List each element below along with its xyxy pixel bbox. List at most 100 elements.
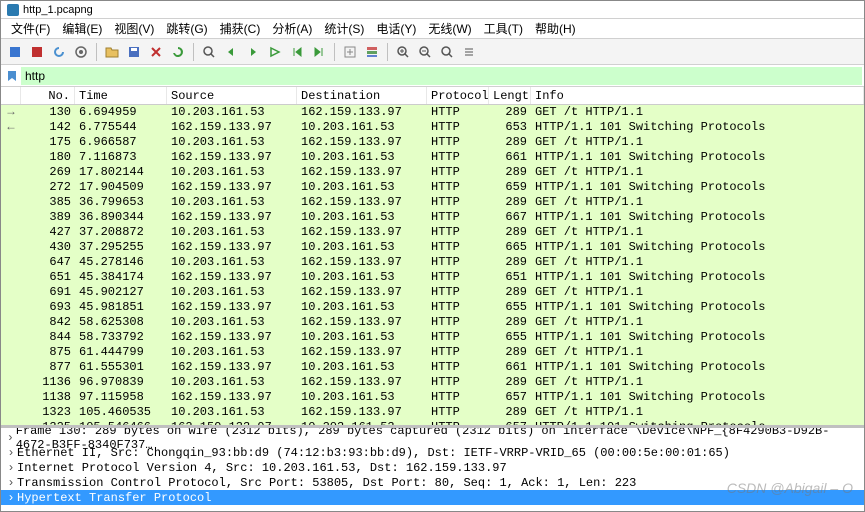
packet-row[interactable]: 27217.904509162.159.133.9710.203.161.53H…	[1, 180, 864, 195]
restart-capture-button[interactable]	[49, 42, 69, 62]
col-header-time[interactable]: Time	[75, 87, 167, 104]
cell-destination: 162.159.133.97	[297, 375, 427, 390]
col-header-info[interactable]: Info	[531, 87, 864, 104]
colorize-button[interactable]	[362, 42, 382, 62]
expand-icon[interactable]: ›	[5, 446, 17, 460]
detail-http[interactable]: ›Hypertext Transfer Protocol	[1, 490, 864, 505]
detail-frame[interactable]: ›Frame 130: 289 bytes on wire (2312 bits…	[1, 430, 864, 445]
cell-length: 653	[489, 120, 531, 135]
cell-destination: 10.203.161.53	[297, 240, 427, 255]
expand-icon[interactable]: ›	[5, 476, 17, 490]
packet-row[interactable]: 87761.555301162.159.133.9710.203.161.53H…	[1, 360, 864, 375]
packet-row[interactable]: 1807.116873162.159.133.9710.203.161.53HT…	[1, 150, 864, 165]
cell-info: GET /t HTTP/1.1	[531, 285, 864, 300]
expand-icon[interactable]: ›	[5, 431, 16, 445]
col-header-protocol[interactable]: Protocol	[427, 87, 489, 104]
cell-no: 1323	[21, 405, 75, 420]
cell-length: 289	[489, 135, 531, 150]
cell-protocol: HTTP	[427, 105, 489, 120]
col-header-no[interactable]: No.	[21, 87, 75, 104]
packet-row[interactable]: 26917.80214410.203.161.53162.159.133.97H…	[1, 165, 864, 180]
cell-no: 385	[21, 195, 75, 210]
packet-details[interactable]: ›Frame 130: 289 bytes on wire (2312 bits…	[1, 425, 864, 511]
capture-options-button[interactable]	[71, 42, 91, 62]
goto-packet-button[interactable]	[265, 42, 285, 62]
packet-row[interactable]: 113696.97083910.203.161.53162.159.133.97…	[1, 375, 864, 390]
packet-row[interactable]: 69145.90212710.203.161.53162.159.133.97H…	[1, 285, 864, 300]
detail-tcp[interactable]: ›Transmission Control Protocol, Src Port…	[1, 475, 864, 490]
menu-telephony[interactable]: 电话(Y)	[370, 20, 422, 37]
display-filter-input[interactable]	[21, 67, 862, 85]
row-guide: ←	[1, 120, 21, 135]
packet-row[interactable]: 42737.20887210.203.161.53162.159.133.97H…	[1, 225, 864, 240]
go-forward-button[interactable]	[243, 42, 263, 62]
packet-row[interactable]: 1323105.46053510.203.161.53162.159.133.9…	[1, 405, 864, 420]
cell-time: 45.278146	[75, 255, 167, 270]
resize-columns-button[interactable]	[459, 42, 479, 62]
col-header-source[interactable]: Source	[167, 87, 297, 104]
cell-length: 289	[489, 195, 531, 210]
goto-last-button[interactable]	[309, 42, 329, 62]
col-header-length[interactable]: Length	[489, 87, 531, 104]
cell-time: 17.904509	[75, 180, 167, 195]
menu-view[interactable]: 视图(V)	[108, 20, 160, 37]
expand-icon[interactable]: ›	[5, 461, 17, 475]
packet-row[interactable]: 87561.44479910.203.161.53162.159.133.97H…	[1, 345, 864, 360]
menu-capture[interactable]: 捕获(C)	[214, 20, 267, 37]
find-button[interactable]	[199, 42, 219, 62]
packet-row[interactable]: 84458.733792162.159.133.9710.203.161.53H…	[1, 330, 864, 345]
close-button[interactable]	[146, 42, 166, 62]
autoscroll-button[interactable]	[340, 42, 360, 62]
bookmark-filter-icon[interactable]	[3, 67, 21, 85]
menu-help[interactable]: 帮助(H)	[529, 20, 582, 37]
start-capture-button[interactable]	[5, 42, 25, 62]
zoom-reset-button[interactable]	[437, 42, 457, 62]
stop-capture-button[interactable]	[27, 42, 47, 62]
menubar: 文件(F) 编辑(E) 视图(V) 跳转(G) 捕获(C) 分析(A) 统计(S…	[1, 19, 864, 39]
packet-row[interactable]: →1306.69495910.203.161.53162.159.133.97H…	[1, 105, 864, 120]
menu-tools[interactable]: 工具(T)	[478, 20, 529, 37]
cell-time: 6.694959	[75, 105, 167, 120]
cell-source: 10.203.161.53	[167, 375, 297, 390]
cell-protocol: HTTP	[427, 285, 489, 300]
col-header-destination[interactable]: Destination	[297, 87, 427, 104]
cell-destination: 162.159.133.97	[297, 195, 427, 210]
cell-protocol: HTTP	[427, 330, 489, 345]
cell-time: 97.115958	[75, 390, 167, 405]
packet-row[interactable]: 113897.115958162.159.133.9710.203.161.53…	[1, 390, 864, 405]
open-file-button[interactable]	[102, 42, 122, 62]
cell-no: 175	[21, 135, 75, 150]
filter-bar	[1, 65, 864, 87]
cell-source: 162.159.133.97	[167, 300, 297, 315]
packet-row[interactable]: 1756.96658710.203.161.53162.159.133.97HT…	[1, 135, 864, 150]
save-button[interactable]	[124, 42, 144, 62]
cell-length: 289	[489, 105, 531, 120]
packet-row[interactable]: 43037.295255162.159.133.9710.203.161.53H…	[1, 240, 864, 255]
cell-source: 162.159.133.97	[167, 330, 297, 345]
cell-length: 661	[489, 150, 531, 165]
menu-stats[interactable]: 统计(S)	[318, 20, 370, 37]
packet-row[interactable]: 64745.27814610.203.161.53162.159.133.97H…	[1, 255, 864, 270]
menu-analyze[interactable]: 分析(A)	[266, 20, 318, 37]
menu-file[interactable]: 文件(F)	[5, 20, 56, 37]
zoom-in-button[interactable]	[393, 42, 413, 62]
expand-icon[interactable]: ›	[5, 491, 17, 505]
cell-destination: 162.159.133.97	[297, 285, 427, 300]
cell-time: 6.966587	[75, 135, 167, 150]
packet-row[interactable]: 84258.62530810.203.161.53162.159.133.97H…	[1, 315, 864, 330]
toolbar-separator	[387, 43, 388, 61]
reload-button[interactable]	[168, 42, 188, 62]
menu-goto[interactable]: 跳转(G)	[160, 20, 213, 37]
menu-edit[interactable]: 编辑(E)	[56, 20, 108, 37]
packet-row[interactable]: ←1426.775544162.159.133.9710.203.161.53H…	[1, 120, 864, 135]
zoom-out-button[interactable]	[415, 42, 435, 62]
packet-list[interactable]: No. Time Source Destination Protocol Len…	[1, 87, 864, 425]
packet-row[interactable]: 38936.890344162.159.133.9710.203.161.53H…	[1, 210, 864, 225]
packet-row[interactable]: 65145.384174162.159.133.9710.203.161.53H…	[1, 270, 864, 285]
go-back-button[interactable]	[221, 42, 241, 62]
menu-wireless[interactable]: 无线(W)	[422, 20, 477, 37]
packet-row[interactable]: 69345.981851162.159.133.9710.203.161.53H…	[1, 300, 864, 315]
goto-first-button[interactable]	[287, 42, 307, 62]
packet-row[interactable]: 38536.79965310.203.161.53162.159.133.97H…	[1, 195, 864, 210]
detail-ip[interactable]: ›Internet Protocol Version 4, Src: 10.20…	[1, 460, 864, 475]
